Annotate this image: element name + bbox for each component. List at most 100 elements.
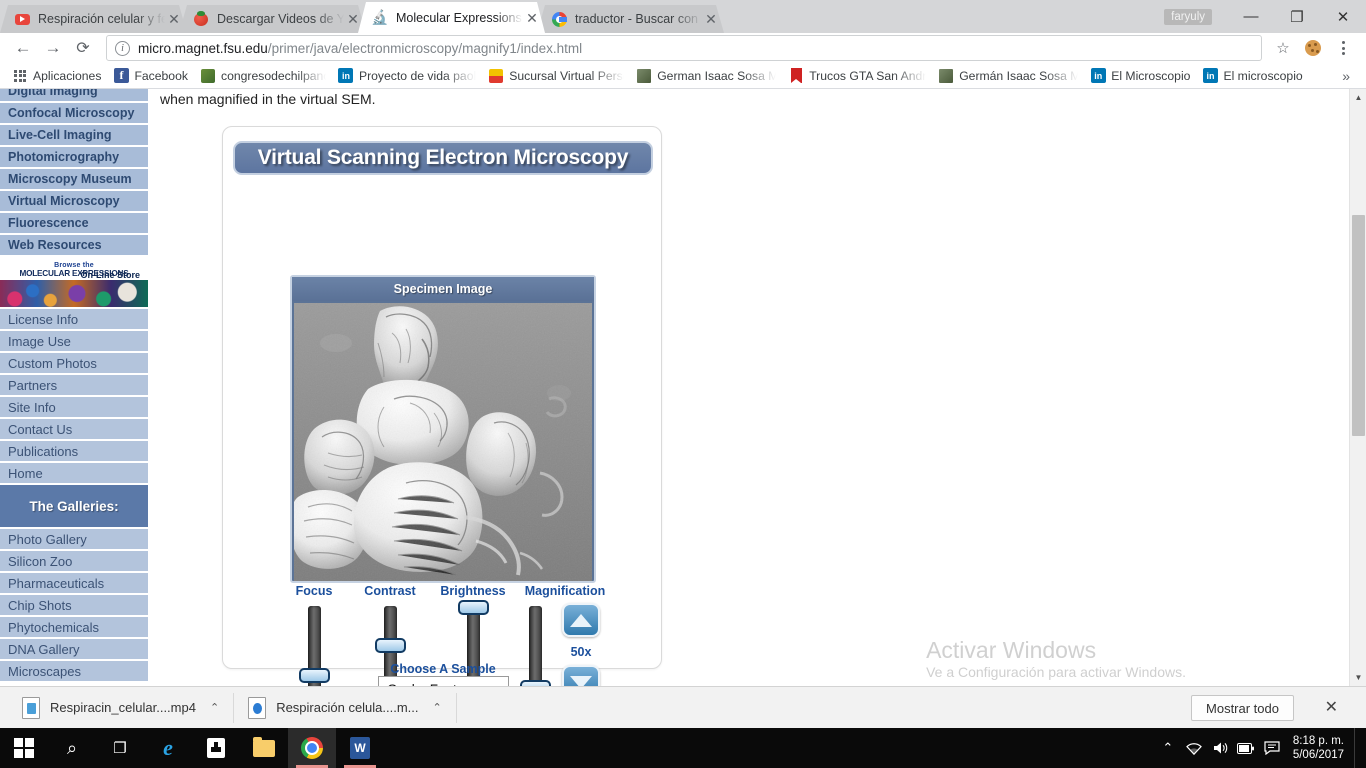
bookmark-apps[interactable]: Aplicaciones [6, 65, 107, 87]
sidebar-item-live-cell-imaging[interactable]: Live-Cell Imaging [0, 125, 148, 147]
search-button[interactable]: ⌕ [48, 728, 96, 768]
profile-name-chip[interactable]: faryuly [1164, 8, 1212, 25]
sidebar-item-phytochemicals[interactable]: Phytochemicals [0, 617, 148, 639]
magnification-up-button[interactable] [562, 603, 600, 637]
store-banner-ad[interactable]: Browse the MOLECULAR EXPRESSIONS On-Line… [0, 257, 148, 309]
sidebar-item-chip-shots[interactable]: Chip Shots [0, 595, 148, 617]
store-banner-line3: On-Line Store [80, 270, 140, 280]
sidebar-item-home[interactable]: Home [0, 463, 148, 485]
tab-strip: Respiración celular y ferm ✕ Descargar V… [0, 0, 1366, 33]
sidebar-item-image-use[interactable]: Image Use [0, 331, 148, 353]
close-icon[interactable]: ✕ [165, 10, 183, 28]
linkedin-icon: in [1202, 68, 1218, 84]
windows-logo-icon [14, 738, 34, 758]
volume-icon[interactable] [1207, 728, 1233, 768]
action-center-icon[interactable] [1259, 728, 1285, 768]
url-host: micro.magnet.fsu.edu [138, 40, 268, 56]
kebab-menu-icon[interactable] [1328, 34, 1358, 62]
sidebar-item-dna-gallery[interactable]: DNA Gallery [0, 639, 148, 661]
bookmark-trucos-gta[interactable]: Trucos GTA San Andre [782, 65, 932, 87]
sidebar-item-photo-gallery[interactable]: Photo Gallery [0, 529, 148, 551]
maximize-button[interactable]: ❐ [1274, 0, 1320, 33]
tab-respiracion-celular[interactable]: Respiración celular y ferm ✕ [0, 5, 187, 33]
store-button[interactable] [192, 728, 240, 768]
sidebar-item-digital-imaging[interactable]: Digital Imaging [0, 89, 148, 103]
info-icon[interactable]: i [115, 40, 130, 56]
address-bar[interactable]: i micro.magnet.fsu.edu/primer/java/elect… [106, 35, 1262, 61]
sidebar-item-contact-us[interactable]: Contact Us [0, 419, 148, 441]
tab-traductor[interactable]: traductor - Buscar con G ✕ [537, 5, 724, 33]
file-explorer-button[interactable] [240, 728, 288, 768]
download-item-1[interactable]: Respiracin_celular....mp4 ⌃ [22, 692, 235, 723]
show-all-downloads-button[interactable]: Mostrar todo [1191, 695, 1294, 721]
bookmark-german-isaac-sosa-1[interactable]: German Isaac Sosa M [630, 65, 782, 87]
contrast-slider-thumb[interactable] [374, 638, 406, 653]
choose-sample-label: Choose A Sample [390, 662, 496, 676]
download-shelf: Respiracin_celular....mp4 ⌃ Respiración … [0, 686, 1366, 728]
focus-label: Focus [295, 584, 333, 598]
minimize-button[interactable]: — [1228, 0, 1274, 33]
gecko-foot-sem-image[interactable] [294, 303, 592, 581]
bookmark-el-microscopio-2[interactable]: in El microscopio [1196, 65, 1308, 87]
word-button[interactable]: W [336, 728, 384, 768]
sidebar-item-web-resources[interactable]: Web Resources [0, 235, 148, 257]
system-tray: ⌃ 8:18 p. m. 5/06/2017 [1155, 728, 1366, 768]
sidebar-item-microscapes[interactable]: Microscapes [0, 661, 148, 683]
sidebar-item-custom-photos[interactable]: Custom Photos [0, 353, 148, 375]
close-window-button[interactable]: ✕ [1320, 0, 1366, 33]
sidebar-item-pharmaceuticals[interactable]: Pharmaceuticals [0, 573, 148, 595]
cookie-icon[interactable] [1298, 34, 1328, 62]
reload-button[interactable]: ⟳ [68, 34, 98, 62]
tab-descargar-videos[interactable]: Descargar Videos de You ✕ [179, 5, 366, 33]
download-item-2[interactable]: Respiración celula....m... ⌃ [248, 692, 457, 723]
forward-button[interactable]: → [38, 34, 68, 62]
sidebar-item-fluorescence[interactable]: Fluorescence [0, 213, 148, 235]
chrome-button[interactable] [288, 728, 336, 768]
bookmark-congresodechilpancingo[interactable]: congresodechilpancin [194, 65, 332, 87]
back-button[interactable]: ← [8, 34, 38, 62]
close-icon[interactable]: ✕ [702, 10, 720, 28]
sidebar-item-silicon-zoo[interactable]: Silicon Zoo [0, 551, 148, 573]
tray-expand-icon[interactable]: ⌃ [1155, 728, 1181, 768]
sidebar-item-site-info[interactable]: Site Info [0, 397, 148, 419]
photo-icon [938, 68, 954, 84]
sidebar-item-microscopy-museum[interactable]: Microscopy Museum [0, 169, 148, 191]
sample-select[interactable]: Gecko Foot ▼ [378, 676, 509, 686]
task-view-button[interactable]: ❐ [96, 728, 144, 768]
sidebar-item-photomicrography[interactable]: Photomicrography [0, 147, 148, 169]
google-icon [551, 11, 567, 27]
sidebar-item-confocal-microscopy[interactable]: Confocal Microscopy [0, 103, 148, 125]
wifi-icon[interactable] [1181, 728, 1207, 768]
chevron-up-icon[interactable]: ⌃ [210, 701, 219, 714]
sidebar-item-license-info[interactable]: License Info [0, 309, 148, 331]
taskbar-clock[interactable]: 8:18 p. m. 5/06/2017 [1285, 734, 1354, 762]
url-path: /primer/java/electronmicroscopy/magnify1… [267, 40, 583, 56]
bookmarks-overflow-icon[interactable]: » [1332, 68, 1360, 84]
close-icon[interactable]: ✕ [344, 10, 362, 28]
bookmark-proyecto-de-vida[interactable]: in Proyecto de vida paol [332, 65, 482, 87]
page-scrollbar[interactable]: ▲ ▼ [1349, 89, 1366, 686]
tab-molecular-expressions[interactable]: 🔬 Molecular Expressions M ✕ [358, 2, 545, 33]
bookmark-facebook[interactable]: f Facebook [107, 65, 194, 87]
chevron-up-icon[interactable]: ⌃ [433, 701, 442, 714]
battery-icon[interactable] [1233, 728, 1259, 768]
scrollbar-thumb[interactable] [1352, 215, 1365, 436]
show-desktop-button[interactable] [1354, 728, 1362, 768]
close-icon[interactable]: ✕ [523, 9, 541, 27]
start-button[interactable] [0, 728, 48, 768]
site-sidebar: Digital Imaging Confocal Microscopy Live… [0, 89, 148, 683]
scroll-down-icon[interactable]: ▼ [1350, 669, 1366, 686]
bookmark-label: Proyecto de vida paol [358, 68, 477, 83]
sidebar-item-publications[interactable]: Publications [0, 441, 148, 463]
browser-window: Respiración celular y ferm ✕ Descargar V… [0, 0, 1366, 686]
sidebar-item-virtual-microscopy[interactable]: Virtual Microscopy [0, 191, 148, 213]
bookmark-star-icon[interactable]: ☆ [1268, 34, 1298, 62]
scroll-up-icon[interactable]: ▲ [1350, 89, 1366, 106]
edge-button[interactable]: e [144, 728, 192, 768]
sidebar-item-partners[interactable]: Partners [0, 375, 148, 397]
close-shelf-icon[interactable]: ✕ [1325, 697, 1338, 717]
bookmark-el-microscopio-1[interactable]: in El Microscopio [1084, 65, 1196, 87]
brightness-slider-thumb[interactable] [457, 600, 489, 615]
bookmark-sucursal-virtual[interactable]: Sucursal Virtual Perso [482, 65, 630, 87]
bookmark-german-isaac-sosa-2[interactable]: Germán Isaac Sosa M [932, 65, 1084, 87]
